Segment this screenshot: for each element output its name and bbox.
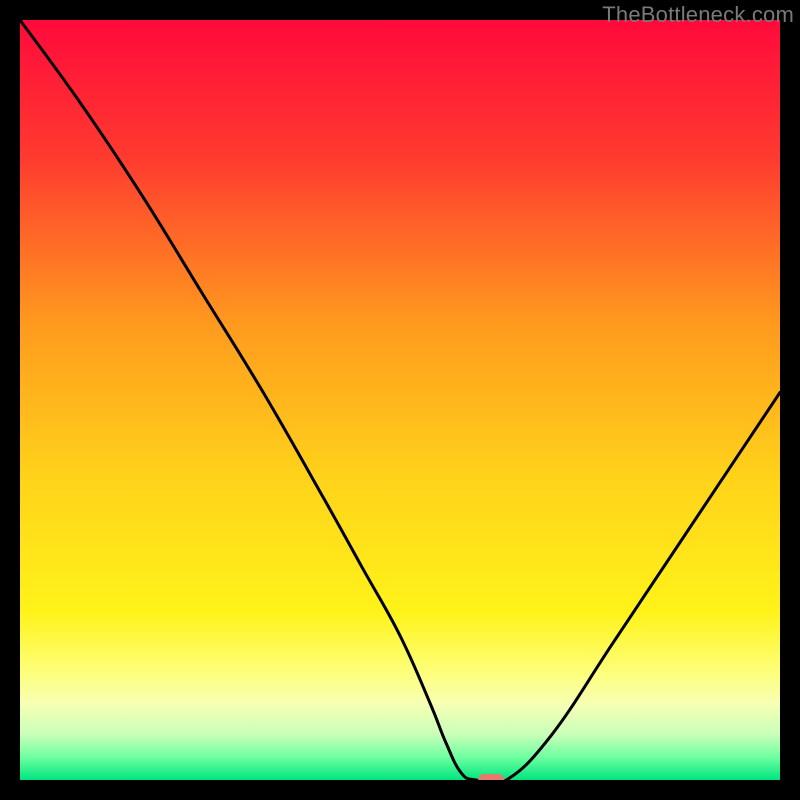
bottleneck-chart <box>20 20 780 780</box>
chart-plot-area <box>20 20 780 780</box>
chart-background <box>20 20 780 780</box>
optimal-marker <box>478 774 504 780</box>
watermark-label: TheBottleneck.com <box>602 2 794 28</box>
